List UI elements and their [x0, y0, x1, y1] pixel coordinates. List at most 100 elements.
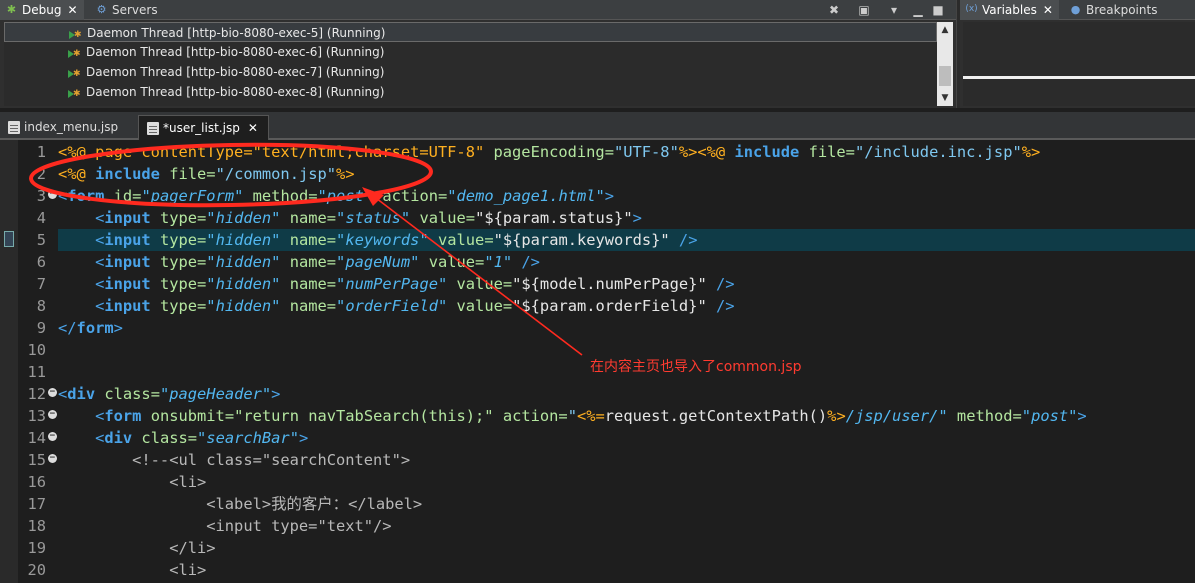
code-token: value=: [447, 275, 513, 293]
fold-collapse-icon[interactable]: −: [48, 432, 57, 441]
occurrence-marker[interactable]: [4, 231, 14, 247]
tab-variables[interactable]: (x) Variables ✕: [960, 0, 1059, 20]
code-token: "numPerPage": [336, 275, 448, 293]
code-token: value=: [447, 297, 513, 315]
line-number: 5: [36, 231, 46, 249]
tab-user-list-jsp[interactable]: *user_list.jsp ✕: [138, 115, 269, 140]
code-line-13[interactable]: <form onsubmit="return navTabSearch(this…: [58, 405, 1087, 427]
code-token: "post": [1021, 407, 1078, 425]
code-token: "return navTabSearch(this);": [234, 407, 494, 425]
scroll-up-icon[interactable]: ▲: [937, 22, 953, 38]
editor-tab-label: index_menu.jsp: [24, 120, 119, 134]
close-icon[interactable]: ✕: [67, 3, 77, 17]
code-line-18[interactable]: <input type="text"/>: [58, 515, 391, 537]
code-token: id=: [104, 187, 142, 205]
tab-breakpoints[interactable]: ● Breakpoints: [1064, 0, 1163, 20]
line-number-text: 14: [27, 429, 46, 447]
variables-view: (x) Variables ✕ ● Breakpoints: [960, 0, 1195, 108]
thread-row[interactable]: ✱ Daemon Thread [http-bio-8080-exec-7] (…: [4, 62, 937, 82]
code-token: input: [104, 253, 151, 271]
line-number: 6: [36, 253, 46, 271]
code-token: type=: [150, 297, 207, 315]
remove-terminated-icon[interactable]: ✖: [824, 1, 844, 19]
code-token: "searchBar": [197, 429, 299, 447]
code-line-4[interactable]: <input type="hidden" name="status" value…: [58, 207, 642, 229]
servers-icon: ⚙: [96, 3, 107, 16]
thread-label: Daemon Thread [http-bio-8080-exec-7] (Ru…: [86, 65, 385, 79]
code-token: div: [67, 385, 96, 403]
tab-debug[interactable]: ✱ Debug ✕: [0, 0, 84, 20]
view-menu-icon[interactable]: ▣: [854, 1, 874, 19]
line-number: 15−: [18, 449, 58, 471]
code-line-12[interactable]: <div class="pageHeader">: [58, 383, 280, 405]
code-token: "hidden": [206, 209, 281, 227]
code-line-6[interactable]: <input type="hidden" name="pageNum" valu…: [58, 251, 540, 273]
code-line-3[interactable]: <form id="pagerForm" method="post" actio…: [58, 185, 614, 207]
code-line-7[interactable]: <input type="hidden" name="numPerPage" v…: [58, 273, 734, 295]
tab-breakpoints-label: Breakpoints: [1086, 3, 1158, 17]
code-line-15[interactable]: <!--<ul class="searchContent">: [58, 449, 410, 471]
code-line-1[interactable]: <%@ page contentType="text/html;charset=…: [58, 141, 1040, 163]
thread-row[interactable]: ✱ Daemon Thread [http-bio-8080-exec-5] (…: [4, 22, 937, 42]
code-token: "hidden": [206, 231, 281, 249]
fold-collapse-icon[interactable]: −: [48, 388, 57, 397]
tab-servers[interactable]: ⚙ Servers: [90, 0, 164, 20]
thread-list: ✱ Daemon Thread [http-bio-8080-exec-5] (…: [4, 22, 937, 106]
code-token: input: [104, 231, 151, 249]
line-number: 8: [36, 297, 46, 315]
variables-divider[interactable]: [963, 76, 1195, 79]
scrollbar-thumb[interactable]: [939, 66, 951, 86]
jsp-file-icon: [147, 122, 159, 135]
code-line-5[interactable]: <input type="hidden" name="keywords" val…: [58, 229, 697, 251]
thread-row[interactable]: ✱ Daemon Thread [http-bio-8080-exec-8] (…: [4, 82, 937, 102]
code-token: "/include.inc.jsp": [854, 143, 1022, 161]
thread-label: Daemon Thread [http-bio-8080-exec-6] (Ru…: [86, 45, 385, 59]
tab-index-menu-jsp[interactable]: index_menu.jsp: [0, 115, 128, 140]
code-line-8[interactable]: <input type="hidden" name="orderField" v…: [58, 295, 734, 317]
code-token: name=: [280, 297, 337, 315]
code-token: />: [512, 253, 540, 271]
variables-view-tabbar: (x) Variables ✕ ● Breakpoints: [960, 0, 1195, 20]
code-token: input: [104, 209, 151, 227]
fold-collapse-icon[interactable]: −: [48, 410, 57, 419]
fold-collapse-icon[interactable]: −: [48, 190, 57, 199]
fold-collapse-icon[interactable]: −: [48, 454, 57, 463]
maximize-icon[interactable]: ■: [928, 1, 948, 19]
close-icon[interactable]: ✕: [1043, 3, 1053, 17]
code-token: %>: [336, 165, 355, 183]
running-thread-icon: ✱: [68, 65, 82, 79]
code-token: <: [58, 429, 105, 447]
thread-row[interactable]: ✱ Daemon Thread [http-bio-8080-exec-6] (…: [4, 42, 937, 62]
line-number: 3−: [18, 185, 58, 207]
code-token: "${param.keywords}": [493, 231, 670, 249]
code-line-9[interactable]: </form>: [58, 317, 123, 339]
code-token: name=: [280, 209, 337, 227]
code-token: file=: [159, 165, 216, 183]
code-token: input: [104, 297, 151, 315]
line-number-text: 12: [27, 385, 46, 403]
close-icon[interactable]: ✕: [248, 121, 258, 135]
code-token: name=: [280, 231, 337, 249]
code-line-17[interactable]: <label>我的客户：</label>: [58, 493, 422, 515]
code-line-16[interactable]: <li>: [58, 471, 206, 493]
thread-list-scrollbar[interactable]: ▲ ▼: [937, 22, 953, 106]
overview-ruler[interactable]: [0, 140, 18, 583]
chevron-down-icon[interactable]: ▾: [884, 1, 904, 19]
code-token: name=: [280, 253, 337, 271]
scroll-down-icon[interactable]: ▼: [937, 90, 953, 106]
line-number-text: 15: [27, 451, 46, 469]
code-token: /jsp/user/": [845, 407, 948, 425]
code-line-2[interactable]: <%@ include file="/common.jsp"%>: [58, 163, 355, 185]
minimize-icon[interactable]: ▁: [908, 1, 928, 19]
code-line-20[interactable]: <li>: [58, 559, 206, 581]
code-token: "keywords": [336, 231, 429, 249]
code-line-14[interactable]: <div class="searchBar">: [58, 427, 308, 449]
code-token: value=: [419, 253, 485, 271]
code-token: file=: [799, 143, 855, 161]
editor-tabbar: index_menu.jsp *user_list.jsp ✕: [0, 112, 1195, 140]
line-number: 7: [36, 275, 46, 293]
debug-view-tabbar: ✱ Debug ✕ ⚙ Servers ✖ ▣ ▾ ▁ ■: [0, 0, 956, 20]
code-token: request.getContextPath(): [604, 407, 828, 425]
code-token: onsubmit=: [141, 407, 235, 425]
code-line-19[interactable]: </li>: [58, 537, 215, 559]
